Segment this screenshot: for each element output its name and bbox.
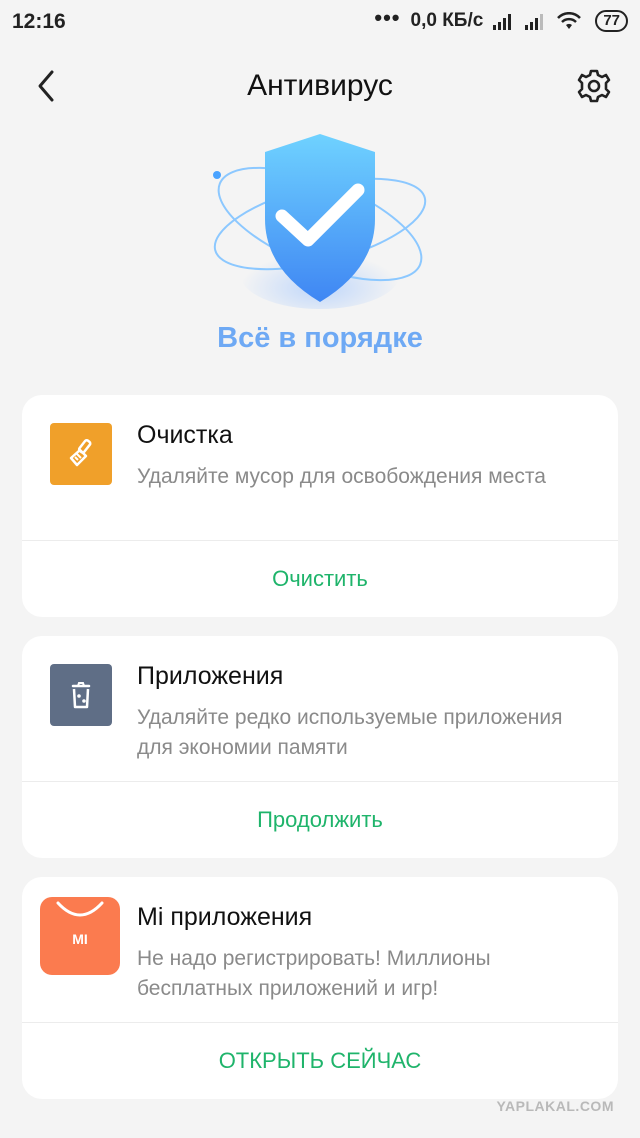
card-mi-apps: MI Mi приложения Не надо регистрировать!… [22, 877, 618, 1099]
signal-icon-2 [525, 14, 544, 30]
card-description: Не надо регистрировать! Миллионы бесплат… [137, 947, 491, 1000]
card-title: Приложения [137, 662, 284, 690]
wifi-icon [557, 12, 582, 29]
card-description: Удаляйте мусор для освобождения места [137, 465, 546, 488]
card-apps: Приложения Удаляйте редко используемые п… [22, 636, 618, 858]
status-bar: 12:16 ••• 0,0 КБ/с 77 [0, 0, 640, 46]
page-title: Антивирус [247, 69, 393, 102]
trash-apps-icon [50, 664, 112, 726]
card-mi-apps-body[interactable]: MI Mi приложения Не надо регистрировать!… [22, 877, 618, 1022]
gear-icon [577, 69, 611, 103]
mi-logo-text: MI [72, 931, 88, 947]
card-description: Удаляйте редко используемые приложения д… [137, 706, 563, 759]
network-speed: 0,0 КБ/с [410, 10, 484, 31]
card-cleanup-body[interactable]: Очистка Удаляйте мусор для освобождения … [22, 395, 618, 540]
shield-check-icon [213, 134, 427, 309]
card-title: Очистка [137, 421, 233, 449]
status-message: Всё в порядке [217, 322, 423, 354]
card-title: Mi приложения [137, 903, 313, 931]
security-shield-graphic [200, 124, 440, 314]
clean-button[interactable]: Очистить [22, 541, 618, 617]
mi-store-icon: MI [40, 897, 120, 975]
app-header: Антивирус [0, 56, 640, 116]
settings-button[interactable] [576, 68, 612, 104]
battery-indicator: 77 [595, 10, 628, 32]
card-cleanup: Очистка Удаляйте мусор для освобождения … [22, 395, 618, 617]
broom-icon [50, 423, 112, 485]
card-apps-body[interactable]: Приложения Удаляйте редко используемые п… [22, 636, 618, 781]
open-now-button[interactable]: ОТКРЫТЬ СЕЙЧАС [22, 1023, 618, 1099]
status-time: 12:16 [12, 10, 66, 33]
signal-icon [493, 14, 512, 30]
continue-button[interactable]: Продолжить [22, 782, 618, 858]
notification-dots: ••• [374, 5, 401, 30]
watermark: YAPLAKAL.COM [496, 1098, 614, 1114]
status-indicators: ••• 0,0 КБ/с 77 [374, 5, 628, 32]
